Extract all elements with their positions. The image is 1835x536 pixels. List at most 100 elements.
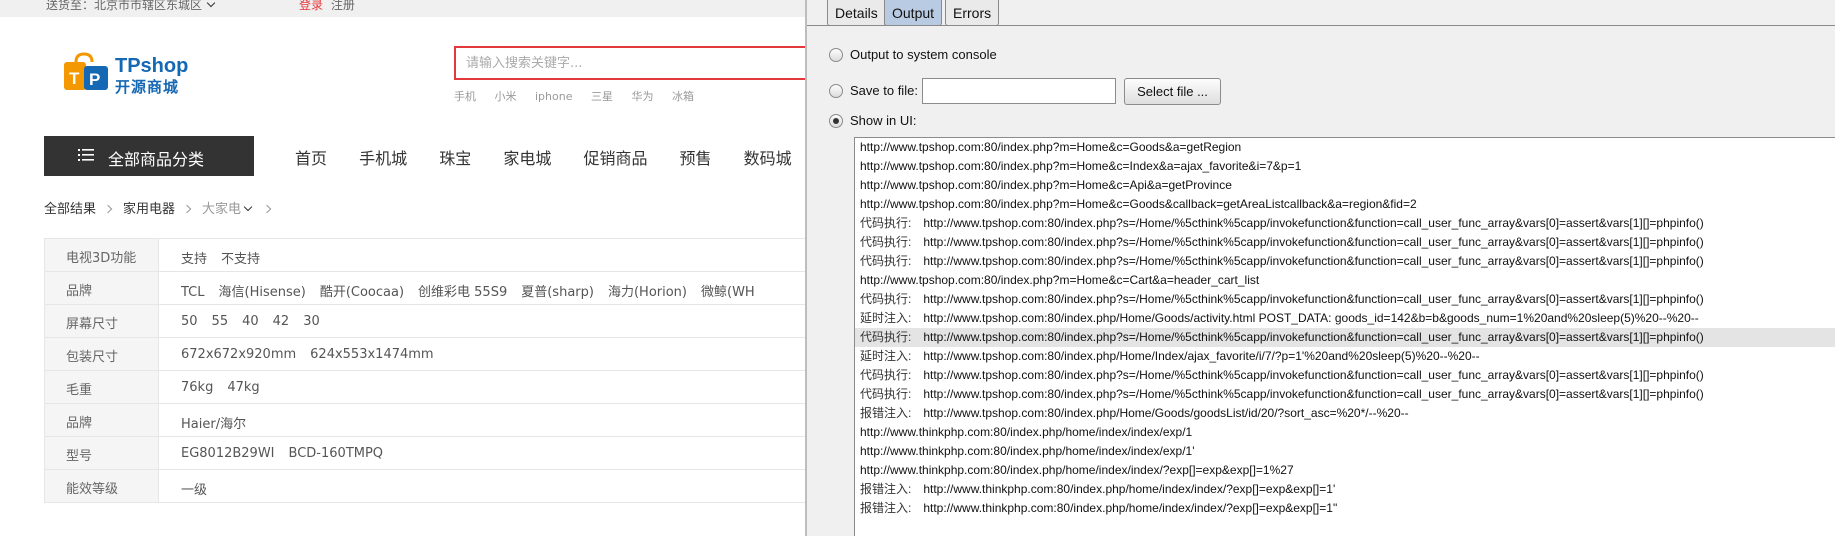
log-line[interactable]: http://www.tpshop.com:80/index.php?m=Hom… xyxy=(855,138,1835,157)
filter-value[interactable]: BCD-160TMPQ xyxy=(289,446,384,461)
breadcrumb-arrow-icon xyxy=(262,204,272,214)
log-line-url: http://www.tpshop.com:80/index.php?s=/Ho… xyxy=(923,235,1704,249)
filter-value[interactable]: 30 xyxy=(303,314,320,329)
log-line-url: http://www.tpshop.com:80/index.php?s=/Ho… xyxy=(923,254,1704,268)
log-line[interactable]: 代码执行: http://www.tpshop.com:80/index.php?… xyxy=(855,385,1835,404)
top-bar: 送货至：北京市市辖区东城区 登录 注册 xyxy=(0,0,805,17)
hot-keyword[interactable]: 三星 xyxy=(591,90,613,103)
log-line-url: http://www.tpshop.com:80/index.php?m=Hom… xyxy=(860,159,1302,173)
nav-item[interactable]: 家电城 xyxy=(503,149,551,168)
log-line[interactable]: http://www.tpshop.com:80/index.php?m=Hom… xyxy=(855,195,1835,214)
filter-value[interactable]: 672x672x920mm xyxy=(181,347,296,362)
nav-item[interactable]: 预售 xyxy=(680,149,712,168)
log-line[interactable]: 代码执行: http://www.tpshop.com:80/index.php?… xyxy=(855,233,1835,252)
log-line[interactable]: 报错注入: http://www.thinkphp.com:80/index.ph… xyxy=(855,499,1835,518)
search-input[interactable] xyxy=(456,48,805,78)
all-categories-button[interactable]: 全部商品分类 xyxy=(44,136,254,176)
tab-errors[interactable]: Errors xyxy=(945,0,1000,26)
tab-output[interactable]: Output xyxy=(884,0,943,26)
filter-values: TCL 海信(Hisense) 酷开(Coocaa) 创维彩电 55S9 夏普(shar… xyxy=(181,281,769,300)
log-line[interactable]: http://www.tpshop.com:80/index.php?m=Hom… xyxy=(855,271,1835,290)
nav-item[interactable]: 珠宝 xyxy=(439,149,471,168)
log-line[interactable]: http://www.thinkphp.com:80/index.php/hom… xyxy=(855,423,1835,442)
filter-row: 品牌 TCL 海信(Hisense) 酷开(Coocaa) 创维彩电 55S9 夏普(s… xyxy=(45,272,805,305)
log-line[interactable]: 代码执行: http://www.tpshop.com:80/index.php?… xyxy=(855,328,1835,347)
filter-value[interactable]: 夏普(sharp) xyxy=(521,285,594,300)
filter-value[interactable]: 55 xyxy=(212,314,229,329)
hot-keyword[interactable]: 冰箱 xyxy=(672,90,694,103)
log-line[interactable]: http://www.thinkphp.com:80/index.php/hom… xyxy=(855,442,1835,461)
radio-output-console[interactable] xyxy=(829,48,843,62)
filter-key: 电视3D功能 xyxy=(45,239,159,271)
filter-value[interactable]: 海力(Horion) xyxy=(608,285,687,300)
nav-item[interactable]: 数码城 xyxy=(744,149,792,168)
select-file-button[interactable]: Select file ... xyxy=(1124,78,1221,105)
filter-key: 毛重 xyxy=(45,371,159,403)
log-line-tag: 代码执行: xyxy=(860,216,912,230)
filter-value[interactable]: 不支持 xyxy=(221,252,260,267)
log-line[interactable]: 代码执行: http://www.tpshop.com:80/index.php?… xyxy=(855,214,1835,233)
log-line-tag: 代码执行: xyxy=(860,387,912,401)
site-logo[interactable]: T P TPshop 开源商城 xyxy=(62,52,192,96)
log-line[interactable]: 报错注入: http://www.tpshop.com:80/index.php/… xyxy=(855,404,1835,423)
log-line-tag: 报错注入: xyxy=(860,406,912,420)
filter-value[interactable]: EG8012B29WI xyxy=(181,446,275,461)
log-line-tag: 报错注入: xyxy=(860,501,912,515)
file-path-input[interactable] xyxy=(922,78,1116,104)
svg-text:P: P xyxy=(89,70,100,89)
log-line-url: http://www.thinkphp.com:80/index.php/hom… xyxy=(860,425,1193,439)
nav-item[interactable]: 首页 xyxy=(295,149,327,168)
filter-value[interactable]: 42 xyxy=(273,314,290,329)
logo-subtitle: 开源商城 xyxy=(115,78,180,96)
log-line[interactable]: 代码执行: http://www.tpshop.com:80/index.php?… xyxy=(855,290,1835,309)
log-line[interactable]: 延时注入: http://www.tpshop.com:80/index.php/… xyxy=(855,309,1835,328)
log-line-url: http://www.thinkphp.com:80/index.php/hom… xyxy=(860,463,1294,477)
log-line-url: http://www.tpshop.com:80/index.php?m=Hom… xyxy=(860,178,1232,192)
filter-value[interactable]: 50 xyxy=(181,314,198,329)
log-line[interactable]: 代码执行: http://www.tpshop.com:80/index.php?… xyxy=(855,252,1835,271)
log-line-tag: 代码执行: xyxy=(860,254,912,268)
filter-row: 型号 EG8012B29WI BCD-160TMPQ xyxy=(45,437,805,470)
hot-keyword[interactable]: 小米 xyxy=(495,90,517,103)
login-link[interactable]: 登录 xyxy=(299,0,323,12)
breadcrumb-arrow-icon xyxy=(103,204,113,214)
breadcrumb-subcategory[interactable]: 大家电 xyxy=(202,202,241,217)
hot-keyword[interactable]: 手机 xyxy=(454,90,476,103)
filter-key: 型号 xyxy=(45,437,159,469)
log-line[interactable]: 代码执行: http://www.tpshop.com:80/index.php?… xyxy=(855,366,1835,385)
filter-value[interactable]: 40 xyxy=(242,314,259,329)
log-line[interactable]: 报错注入: http://www.thinkphp.com:80/index.ph… xyxy=(855,480,1835,499)
log-line[interactable]: http://www.thinkphp.com:80/index.php/hom… xyxy=(855,461,1835,480)
nav-item[interactable]: 手机城 xyxy=(359,149,407,168)
register-link[interactable]: 注册 xyxy=(331,0,355,12)
hot-keyword[interactable]: 华为 xyxy=(631,90,653,103)
breadcrumb-category[interactable]: 家用电器 xyxy=(123,202,175,217)
filter-value[interactable]: 支持 xyxy=(181,252,207,267)
filter-value[interactable]: 624x553x1474mm xyxy=(310,347,433,362)
log-line[interactable]: http://www.tpshop.com:80/index.php?m=Hom… xyxy=(855,157,1835,176)
filter-value[interactable]: TCL xyxy=(181,285,205,300)
filter-value[interactable]: 酷开(Coocaa) xyxy=(320,285,404,300)
filter-value[interactable]: 76kg xyxy=(181,380,213,395)
filter-value[interactable]: 海信(Hisense) xyxy=(219,285,306,300)
hot-keyword[interactable]: iphone xyxy=(535,90,572,103)
radio-save-to-file[interactable] xyxy=(829,84,843,98)
filter-value[interactable]: 微鲸(WH xyxy=(701,285,755,300)
tab-details[interactable]: Details xyxy=(827,0,886,26)
show-in-ui-label: Show in UI: xyxy=(850,113,917,128)
hot-keywords: 手机 小米 iphone 三星 华为 冰箱 xyxy=(454,88,709,104)
filter-values: EG8012B29WI BCD-160TMPQ xyxy=(181,446,397,461)
breadcrumb-all[interactable]: 全部结果 xyxy=(44,202,96,217)
filter-value[interactable]: 创维彩电 55S9 xyxy=(418,285,507,300)
chevron-down-icon[interactable] xyxy=(243,202,253,212)
log-line[interactable]: 延时注入: http://www.tpshop.com:80/index.php/… xyxy=(855,347,1835,366)
log-line-tag: 代码执行: xyxy=(860,368,912,382)
log-line[interactable]: http://www.tpshop.com:80/index.php?m=Hom… xyxy=(855,176,1835,195)
filter-value[interactable]: 47kg xyxy=(227,380,259,395)
nav-item[interactable]: 促销商品 xyxy=(583,149,647,168)
radio-show-in-ui[interactable] xyxy=(829,114,843,128)
filter-value[interactable]: Haier/海尔 xyxy=(181,417,246,432)
filter-value[interactable]: 一级 xyxy=(181,483,207,498)
delivery-location[interactable]: 送货至：北京市市辖区东城区 xyxy=(46,0,216,13)
output-log[interactable]: http://www.tpshop.com:80/index.php?m=Hom… xyxy=(854,137,1835,536)
